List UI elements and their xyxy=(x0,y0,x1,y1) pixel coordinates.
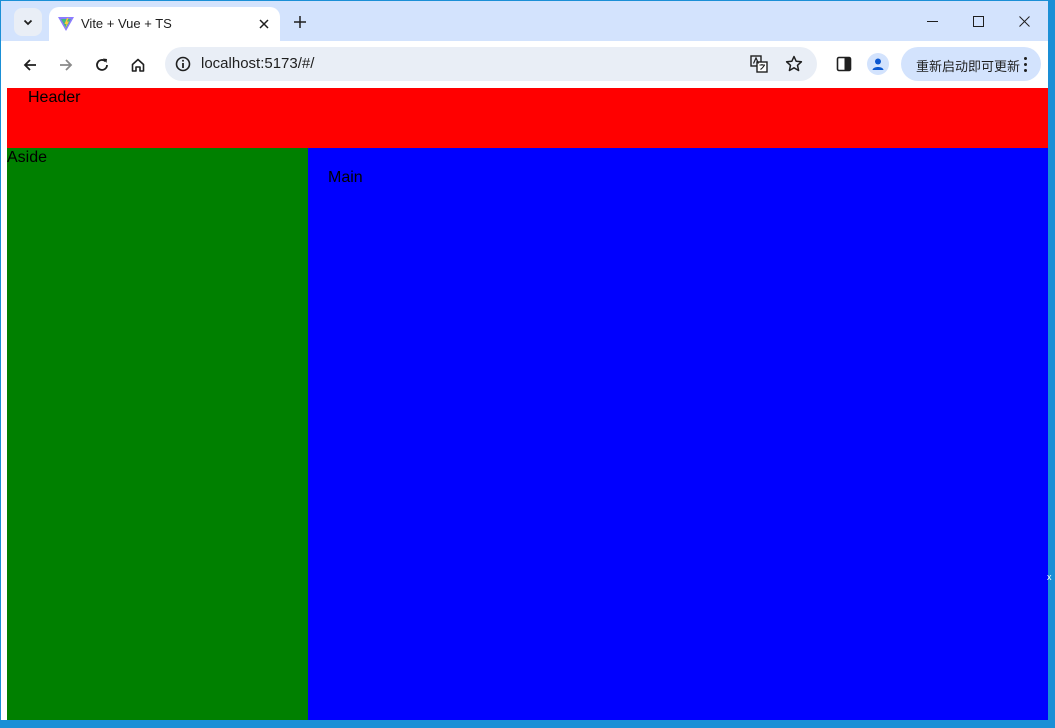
forward-icon xyxy=(60,59,73,71)
header-label: Header xyxy=(28,89,81,106)
close-icon xyxy=(259,19,269,29)
home-button[interactable] xyxy=(124,51,152,79)
reload-icon xyxy=(96,58,108,71)
translate-button[interactable] xyxy=(749,54,769,74)
window-close-button[interactable] xyxy=(1001,5,1047,37)
minimize-button[interactable] xyxy=(909,5,955,37)
browser-window: Vite + Vue + TS localhost:5173/#/ 重新启动即可… xyxy=(1,1,1048,720)
page-main: Main xyxy=(308,148,1048,720)
forward-button[interactable] xyxy=(52,51,80,79)
maximize-icon xyxy=(972,15,984,27)
maximize-button[interactable] xyxy=(955,5,1001,37)
new-tab-button[interactable] xyxy=(289,11,311,33)
window-close-icon xyxy=(1018,15,1030,27)
site-info-button[interactable] xyxy=(173,54,193,74)
profile-button[interactable] xyxy=(867,53,889,75)
reload-button[interactable] xyxy=(88,51,116,79)
address-bar[interactable]: localhost:5173/#/ xyxy=(165,47,817,81)
home-icon xyxy=(131,58,145,72)
desktop-edge: x xyxy=(1047,572,1052,582)
translate-icon xyxy=(750,55,768,73)
plus-icon xyxy=(294,16,306,28)
main-label: Main xyxy=(328,169,363,186)
browser-toolbar: localhost:5173/#/ 重新启动即可更新 xyxy=(1,41,1048,88)
tab-close-button[interactable] xyxy=(254,14,274,34)
side-panel-button[interactable] xyxy=(831,51,857,77)
update-label: 重新启动即可更新 xyxy=(916,59,1021,74)
tab-search-button[interactable] xyxy=(14,8,42,36)
info-icon xyxy=(175,56,191,72)
more-vert-icon[interactable] xyxy=(1019,55,1031,73)
tab-strip: Vite + Vue + TS xyxy=(1,1,1048,41)
page-header: Header xyxy=(7,88,1048,148)
side-panel-icon xyxy=(836,56,852,72)
back-button[interactable] xyxy=(16,51,44,79)
update-button[interactable]: 重新启动即可更新 xyxy=(901,47,1041,81)
url-text[interactable]: localhost:5173/#/ xyxy=(201,55,314,72)
vite-favicon-icon xyxy=(58,17,74,31)
star-icon xyxy=(785,55,803,72)
profile-icon xyxy=(872,58,884,70)
minimize-icon xyxy=(926,20,938,22)
page-viewport: Header Aside Main xyxy=(7,88,1048,720)
aside-label: Aside xyxy=(7,149,48,166)
back-icon xyxy=(23,59,36,71)
page-aside: Aside xyxy=(7,148,308,720)
tab-search-icon xyxy=(23,19,33,26)
bookmark-button[interactable] xyxy=(783,53,805,75)
tab-title: Vite + Vue + TS xyxy=(81,16,172,31)
tab-active[interactable]: Vite + Vue + TS xyxy=(49,7,280,41)
